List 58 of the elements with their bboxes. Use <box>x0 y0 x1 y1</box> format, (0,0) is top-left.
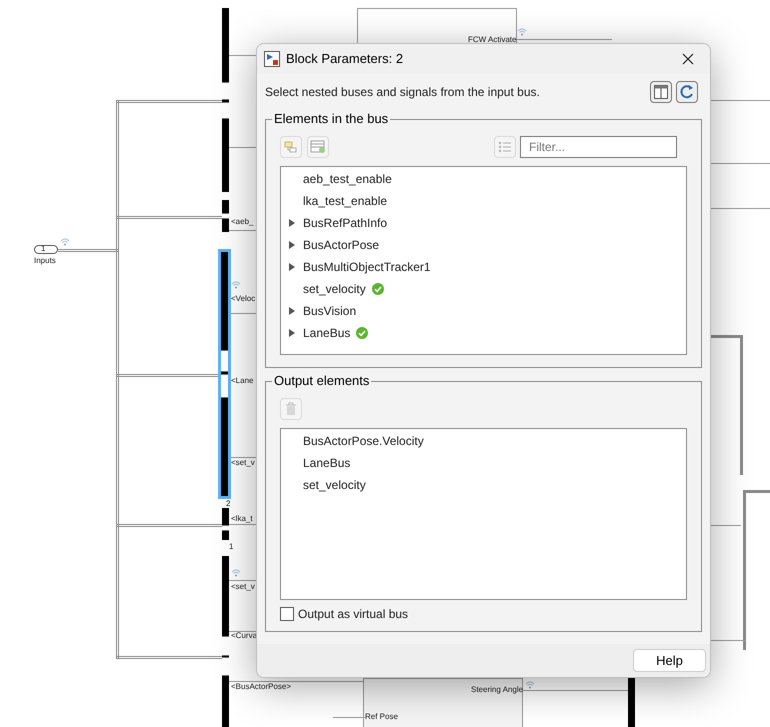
check-icon <box>372 283 384 295</box>
signal-label: <set_v <box>231 582 255 591</box>
tree-item[interactable]: BusVision <box>281 300 686 322</box>
signal-label: 1 <box>41 244 46 253</box>
list-icon <box>498 141 512 153</box>
list-item[interactable]: set_velocity <box>281 474 686 496</box>
list-item[interactable]: LaneBus <box>281 452 686 474</box>
expand-arrow-icon[interactable] <box>289 329 295 337</box>
signal-label: 2 <box>226 499 230 508</box>
signal-label: Ref Pose <box>365 712 398 721</box>
inport-block <box>34 245 58 254</box>
hierarchy-icon <box>284 140 298 154</box>
expand-arrow-icon[interactable] <box>289 241 295 249</box>
window-title: Block Parameters: 2 <box>286 50 404 68</box>
refresh-button[interactable] <box>676 81 698 103</box>
tree-item[interactable]: BusRefPathInfo <box>281 212 686 234</box>
bus-block <box>222 508 229 540</box>
help-button[interactable]: Help <box>633 649 706 672</box>
group-title: Output elements <box>272 373 372 389</box>
tree-item[interactable]: LaneBus <box>281 322 686 344</box>
signal-label: <lka_t <box>231 514 253 523</box>
checkbox[interactable] <box>280 607 294 621</box>
signal-label: 1 <box>229 542 234 551</box>
filter-field[interactable]: Filter... <box>520 136 677 158</box>
signal-logging-icon <box>517 27 527 36</box>
expand-arrow-icon[interactable] <box>289 263 295 271</box>
description-text: Select nested buses and signals from the input bus. <box>265 84 540 101</box>
signal-label: Steering Angle <box>471 685 524 694</box>
signal-logging-icon <box>231 280 241 289</box>
expand-arrow-icon[interactable] <box>289 307 295 315</box>
tree-item[interactable]: BusMultiObjectTracker1 <box>281 256 686 278</box>
trash-icon <box>285 402 297 416</box>
signal-label: <Veloc <box>231 294 256 303</box>
tree-item[interactable]: set_velocity <box>281 278 686 300</box>
signal-label: <set_v <box>231 458 255 467</box>
signal-logging-icon <box>60 237 70 246</box>
refresh-icon <box>679 84 695 100</box>
checkbox-label: Output as virtual bus <box>298 606 408 623</box>
expand-arrow-icon[interactable] <box>289 219 295 227</box>
list-item[interactable]: BusActorPose.Velocity <box>281 430 686 452</box>
signal-label: <BusActorPose> <box>231 682 292 691</box>
signal-label: <Lane <box>231 376 254 385</box>
tree-item[interactable]: aeb_test_enable <box>281 168 686 190</box>
close-icon <box>682 53 694 65</box>
add-list-icon <box>310 140 326 154</box>
panel-icon <box>654 85 668 99</box>
signal-label: FCW Activate <box>468 35 516 44</box>
signal-logging-icon <box>525 680 535 689</box>
check-icon <box>356 327 368 339</box>
bus-block <box>628 678 635 727</box>
bus-block <box>222 200 229 232</box>
tree-item[interactable]: BusActorPose <box>281 234 686 256</box>
tree-item[interactable]: lka_test_enable <box>281 190 686 212</box>
signal-logging-icon <box>231 568 241 577</box>
signal-label: <aeb_ <box>231 217 254 226</box>
layout-button[interactable] <box>650 81 672 103</box>
block-icon <box>264 51 280 67</box>
signal-label: Inputs <box>34 256 56 265</box>
